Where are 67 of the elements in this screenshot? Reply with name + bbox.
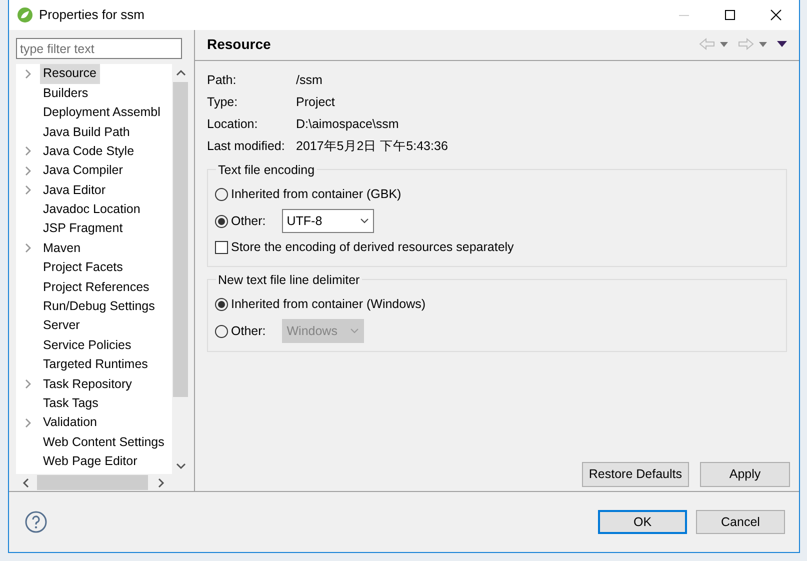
tree-item[interactable]: Java Compiler	[40, 160, 126, 182]
expand-chevron-icon[interactable]	[24, 166, 32, 176]
property-value: 2017年5月2日 下午5:43:36	[296, 138, 448, 155]
tree-item[interactable]: Service Policies	[40, 334, 134, 356]
tree-item[interactable]: Validation	[40, 412, 100, 434]
tree-item[interactable]: Task Tags	[40, 392, 102, 414]
property-label: Type:	[207, 94, 239, 111]
page-button[interactable]: Restore Defaults	[582, 462, 689, 487]
radio-button[interactable]	[215, 298, 228, 311]
dropdown-caret-icon[interactable]	[720, 42, 728, 46]
window-title: Properties for ssm	[39, 6, 146, 24]
tree-item[interactable]: Java Editor	[40, 180, 109, 200]
maximize-icon[interactable]	[724, 9, 736, 21]
expand-chevron-icon[interactable]	[24, 243, 32, 254]
tree-item[interactable]: JSP Fragment	[40, 218, 126, 240]
dialog-button[interactable]: Cancel	[696, 510, 785, 534]
tree-item[interactable]: Deployment Assembl	[40, 102, 164, 123]
tree-item[interactable]: Targeted Runtimes	[40, 354, 151, 375]
radio-button[interactable]	[215, 324, 228, 338]
tree-item[interactable]: Java Code Style	[40, 140, 138, 162]
expand-chevron-icon[interactable]	[24, 378, 32, 389]
expand-chevron-icon[interactable]	[24, 146, 32, 156]
tree-item[interactable]: Web Content Settings	[40, 432, 168, 452]
scroll-left-icon[interactable]	[21, 478, 31, 488]
radio-label: Other:	[231, 322, 266, 340]
radio-label: Inherited from container (GBK)	[231, 186, 402, 204]
property-value: D:\aimospace\ssm	[296, 116, 399, 133]
checkbox[interactable]	[215, 241, 228, 254]
filter-field[interactable]: type filter text	[16, 38, 182, 59]
tree-item[interactable]: Project References	[40, 276, 152, 298]
checkbox-label: Store the encoding of derived resources separately	[231, 239, 514, 256]
radio-button[interactable]	[215, 214, 228, 228]
property-label: Last modified:	[207, 138, 286, 155]
scroll-right-icon[interactable]	[156, 478, 166, 488]
tree-item[interactable]: Run/Debug Settings	[40, 296, 158, 317]
tree-item[interactable]: Maven	[40, 238, 84, 259]
tree-item[interactable]: Task Repository	[40, 374, 135, 394]
view-menu-icon[interactable]	[777, 41, 787, 47]
help-icon[interactable]	[25, 511, 47, 533]
property-value: /ssm	[296, 72, 322, 89]
dialog-button[interactable]: OK	[598, 510, 687, 534]
tree-item[interactable]: Project Facets	[40, 257, 126, 278]
leaf-logo-icon	[17, 7, 33, 23]
tree-item[interactable]: Web Page Editor	[40, 451, 140, 472]
encoding-dropdown[interactable]: UTF-8	[282, 209, 374, 233]
chevron-icon	[360, 218, 369, 224]
scroll-up-icon[interactable]	[176, 68, 186, 78]
property-label: Location:	[207, 116, 259, 133]
radio-label: Inherited from container (Windows)	[231, 296, 426, 314]
tree-item[interactable]: Server	[40, 315, 83, 336]
page-title: Resource	[207, 34, 272, 54]
tree-item[interactable]: Javadoc Location	[40, 199, 144, 220]
page-button[interactable]: Apply	[700, 462, 790, 487]
expand-chevron-icon[interactable]	[24, 185, 32, 196]
property-label: Path:	[207, 72, 238, 89]
tree-item[interactable]: Resource	[40, 64, 100, 84]
scroll-down-icon[interactable]	[176, 461, 186, 471]
tree-item[interactable]: Builders	[40, 82, 92, 104]
expand-chevron-icon[interactable]	[24, 418, 32, 428]
expand-chevron-icon[interactable]	[24, 68, 32, 79]
dropdown-caret-icon[interactable]	[759, 42, 767, 46]
radio-button[interactable]	[215, 188, 228, 201]
radio-label: Other:	[231, 212, 266, 230]
property-value: Project	[296, 94, 335, 111]
chevron-icon	[350, 328, 359, 334]
close-icon[interactable]	[770, 9, 782, 21]
tree-item[interactable]: Java Build Path	[40, 122, 133, 142]
